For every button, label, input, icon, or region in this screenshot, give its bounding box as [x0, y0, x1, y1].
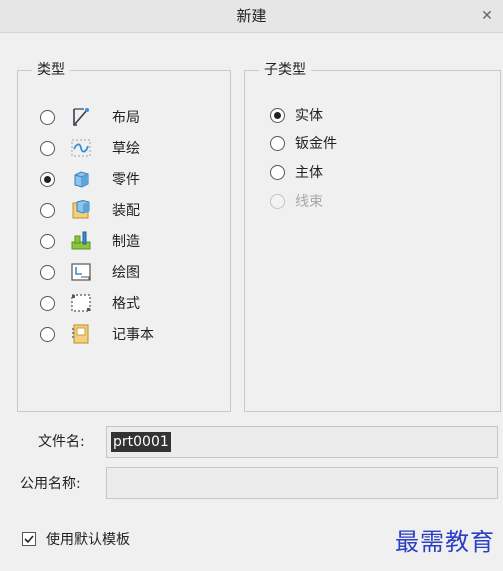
type-group: 类型 布局 草绘 零件 装配 制造 绘图 格式 记事本	[17, 61, 231, 412]
type-item-part[interactable]: 零件	[40, 167, 140, 191]
subtype-item-solid[interactable]: 实体	[270, 103, 323, 127]
type-label-format: 格式	[112, 296, 140, 312]
type-label-manufacturing: 制造	[112, 234, 140, 250]
type-item-notebook[interactable]: 记事本	[40, 322, 154, 346]
subtype-group: 子类型 实体 钣金件 主体 线束	[244, 61, 501, 412]
subtype-radio-body[interactable]	[270, 164, 285, 180]
watermark-text: 最需教育	[395, 528, 495, 556]
layout-icon	[73, 108, 89, 126]
format-icon	[71, 294, 91, 312]
drawing-icon	[71, 263, 91, 281]
type-radio-notebook[interactable]	[40, 326, 55, 342]
subtype-label-body: 主体	[295, 165, 323, 181]
subtype-label-harness: 线束	[295, 194, 323, 210]
type-radio-drawing[interactable]	[40, 264, 55, 280]
type-group-legend: 类型	[32, 61, 70, 79]
filename-label: 文件名:	[38, 434, 85, 450]
sketch-icon	[71, 139, 91, 157]
filename-selection: prt0001	[111, 432, 171, 452]
type-radio-format[interactable]	[40, 295, 55, 311]
subtype-item-body[interactable]: 主体	[270, 160, 323, 184]
type-item-layout[interactable]: 布局	[40, 105, 140, 129]
type-radio-layout[interactable]	[40, 109, 55, 125]
use-default-template-label: 使用默认模板	[46, 532, 130, 548]
type-item-manufacturing[interactable]: 制造	[40, 229, 140, 253]
subtype-radio-solid[interactable]	[270, 107, 285, 123]
type-label-drawing: 绘图	[112, 265, 140, 281]
type-radio-sketch[interactable]	[40, 140, 55, 156]
type-label-sketch: 草绘	[112, 141, 140, 157]
type-label-part: 零件	[112, 172, 140, 188]
type-radio-manufacturing[interactable]	[40, 233, 55, 249]
window-title: 新建	[236, 7, 267, 25]
type-label-layout: 布局	[112, 110, 140, 126]
type-radio-part[interactable]	[40, 171, 55, 187]
subtype-label-sheetmetal: 钣金件	[295, 136, 337, 152]
subtype-item-harness: 线束	[270, 189, 323, 213]
type-label-assembly: 装配	[112, 203, 140, 219]
use-default-template-checkbox[interactable]	[22, 532, 36, 546]
part-icon	[74, 171, 89, 188]
checkmark-icon	[24, 535, 34, 544]
type-item-format[interactable]: 格式	[40, 291, 140, 315]
title-bar: 新建 ✕	[0, 0, 503, 33]
close-button[interactable]: ✕	[477, 6, 497, 26]
notebook-icon	[72, 324, 89, 344]
manufacturing-icon	[71, 231, 91, 250]
close-icon: ✕	[481, 8, 493, 24]
type-item-sketch[interactable]: 草绘	[40, 136, 140, 160]
subtype-radio-sheetmetal[interactable]	[270, 135, 285, 151]
use-default-template-row[interactable]: 使用默认模板	[22, 529, 130, 549]
common-name-input[interactable]	[106, 467, 498, 499]
subtype-label-solid: 实体	[295, 108, 323, 124]
subtype-group-legend: 子类型	[259, 61, 311, 79]
type-item-assembly[interactable]: 装配	[40, 198, 140, 222]
subtype-radio-harness	[270, 193, 285, 209]
type-radio-assembly[interactable]	[40, 202, 55, 218]
common-name-label: 公用名称:	[20, 476, 81, 492]
type-label-notebook: 记事本	[112, 327, 154, 343]
type-item-drawing[interactable]: 绘图	[40, 260, 140, 284]
subtype-item-sheetmetal[interactable]: 钣金件	[270, 131, 337, 155]
assembly-icon	[72, 199, 90, 219]
